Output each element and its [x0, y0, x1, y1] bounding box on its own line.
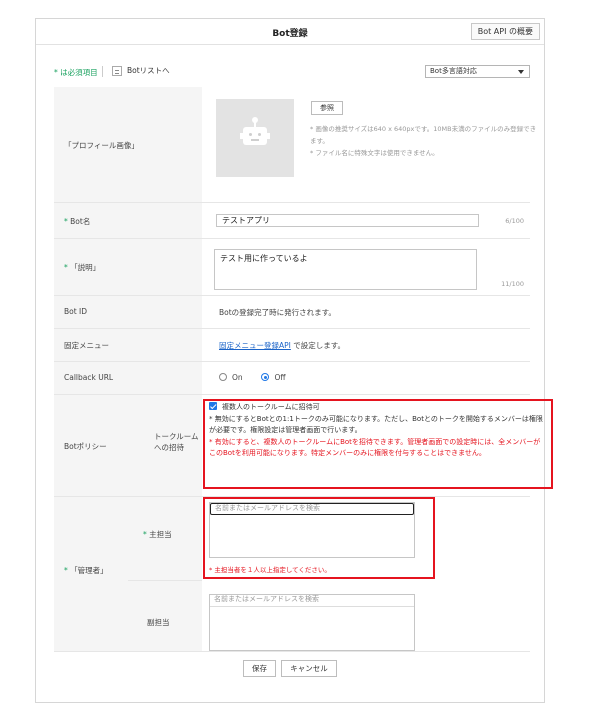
callback-url-row: Callback URL On Off: [54, 362, 530, 395]
bot-avatar-placeholder[interactable]: [216, 99, 294, 177]
callback-off-radio[interactable]: Off: [261, 373, 286, 382]
image-notes: * 画像の推奨サイズは640 x 640pxです。10MB未満のファイルのみ登録…: [310, 125, 537, 157]
primary-manager-search-input[interactable]: 名前またはメールアドレスを検索: [210, 503, 414, 515]
policy-note-disabled: * 無効にするとBotとの1:1トークのみ可能になります。ただし、Botとのトー…: [209, 414, 543, 435]
bot-registration-panel: Bot登録 Bot API の概要 * は必須項目 Botリストへ Bot多言語…: [35, 18, 553, 703]
bot-policy-label: Botポリシー: [64, 442, 107, 451]
description-counter: 11/100: [501, 280, 524, 288]
description-textarea[interactable]: テスト用に作っているよ: [214, 249, 477, 290]
page-title: Bot登録: [272, 29, 308, 39]
talkroom-invite-label: トークルームへの招待: [154, 432, 199, 452]
bot-name-label: Bot名: [70, 217, 91, 226]
secondary-manager-box[interactable]: 名前またはメールアドレスを検索: [209, 594, 415, 651]
description-label: 「説明」: [70, 263, 101, 272]
required-note: * は必須項目: [54, 68, 98, 77]
bot-name-input[interactable]: テストアプリ: [216, 214, 479, 227]
description-row: * 「説明」 テスト用に作っているよ 11/100: [54, 239, 530, 296]
policy-note-enabled: * 有効にすると、複数人のトークルームにBotを招待できます。管理者画面での設定…: [209, 437, 541, 458]
primary-manager-label: 主担当: [149, 530, 172, 539]
bot-id-text: Botの登録完了時に発行されます。: [219, 308, 336, 317]
managers-label: 「管理者」: [70, 566, 108, 575]
profile-image-label: 「プロフィール画像」: [64, 141, 139, 150]
bot-api-overview-button[interactable]: Bot API の概要: [470, 23, 540, 40]
bot-id-label: Bot ID: [64, 307, 88, 316]
primary-manager-warning: * 主担当者を１人以上指定してください。: [209, 566, 331, 574]
radio-icon: [219, 373, 227, 381]
divider: [102, 66, 103, 77]
callback-url-label: Callback URL: [64, 373, 114, 382]
secondary-manager-label: 副担当: [147, 618, 170, 627]
managers-row: * 「管理者」 * 主担当 副担当 名前またはメールアドレスを検索 * 主担当者…: [54, 497, 530, 652]
bot-list-label: Botリストへ: [127, 66, 170, 75]
callback-on-radio[interactable]: On: [219, 373, 243, 382]
profile-image-row: 「プロフィール画像」 参照 * 画像の推奨サイズは640 x 640pxです。1…: [54, 87, 536, 203]
save-button[interactable]: 保存: [243, 660, 276, 677]
list-icon: [112, 65, 122, 76]
bot-policy-row: Botポリシー トークルームへの招待 複数人のトークルームに招待可 * 無効にす…: [54, 395, 553, 497]
bot-list-link[interactable]: Botリストへ: [112, 65, 170, 76]
multi-room-checkbox[interactable]: 複数人のトークルームに招待可: [209, 402, 545, 414]
secondary-manager-search-input[interactable]: 名前またはメールアドレスを検索: [210, 595, 414, 607]
chevron-down-icon: [518, 70, 524, 74]
cancel-button[interactable]: キャンセル: [281, 660, 337, 677]
checkbox-checked-icon: [209, 402, 217, 410]
fixed-menu-row: 固定メニュー 固定メニュー登録API で設定します。: [54, 329, 530, 362]
fixed-menu-label: 固定メニュー: [64, 341, 109, 350]
fixed-menu-api-link[interactable]: 固定メニュー登録API: [219, 341, 291, 350]
browse-button[interactable]: 参照: [311, 101, 343, 115]
language-select[interactable]: Bot多言語対応: [425, 65, 530, 78]
language-select-value: Bot多言語対応: [430, 67, 477, 75]
header: Bot登録 Bot API の概要: [36, 19, 544, 45]
bot-name-counter: 6/100: [505, 217, 524, 225]
radio-selected-icon: [261, 373, 270, 381]
bot-id-row: Bot ID Botの登録完了時に発行されます。: [54, 296, 530, 329]
fixed-menu-suffix: で設定します。: [290, 341, 346, 350]
toolbar: * は必須項目 Botリストへ Bot多言語対応: [36, 63, 544, 81]
bot-name-row: * Bot名 テストアプリ 6/100: [54, 203, 530, 239]
primary-manager-box[interactable]: 名前またはメールアドレスを検索: [209, 502, 415, 558]
